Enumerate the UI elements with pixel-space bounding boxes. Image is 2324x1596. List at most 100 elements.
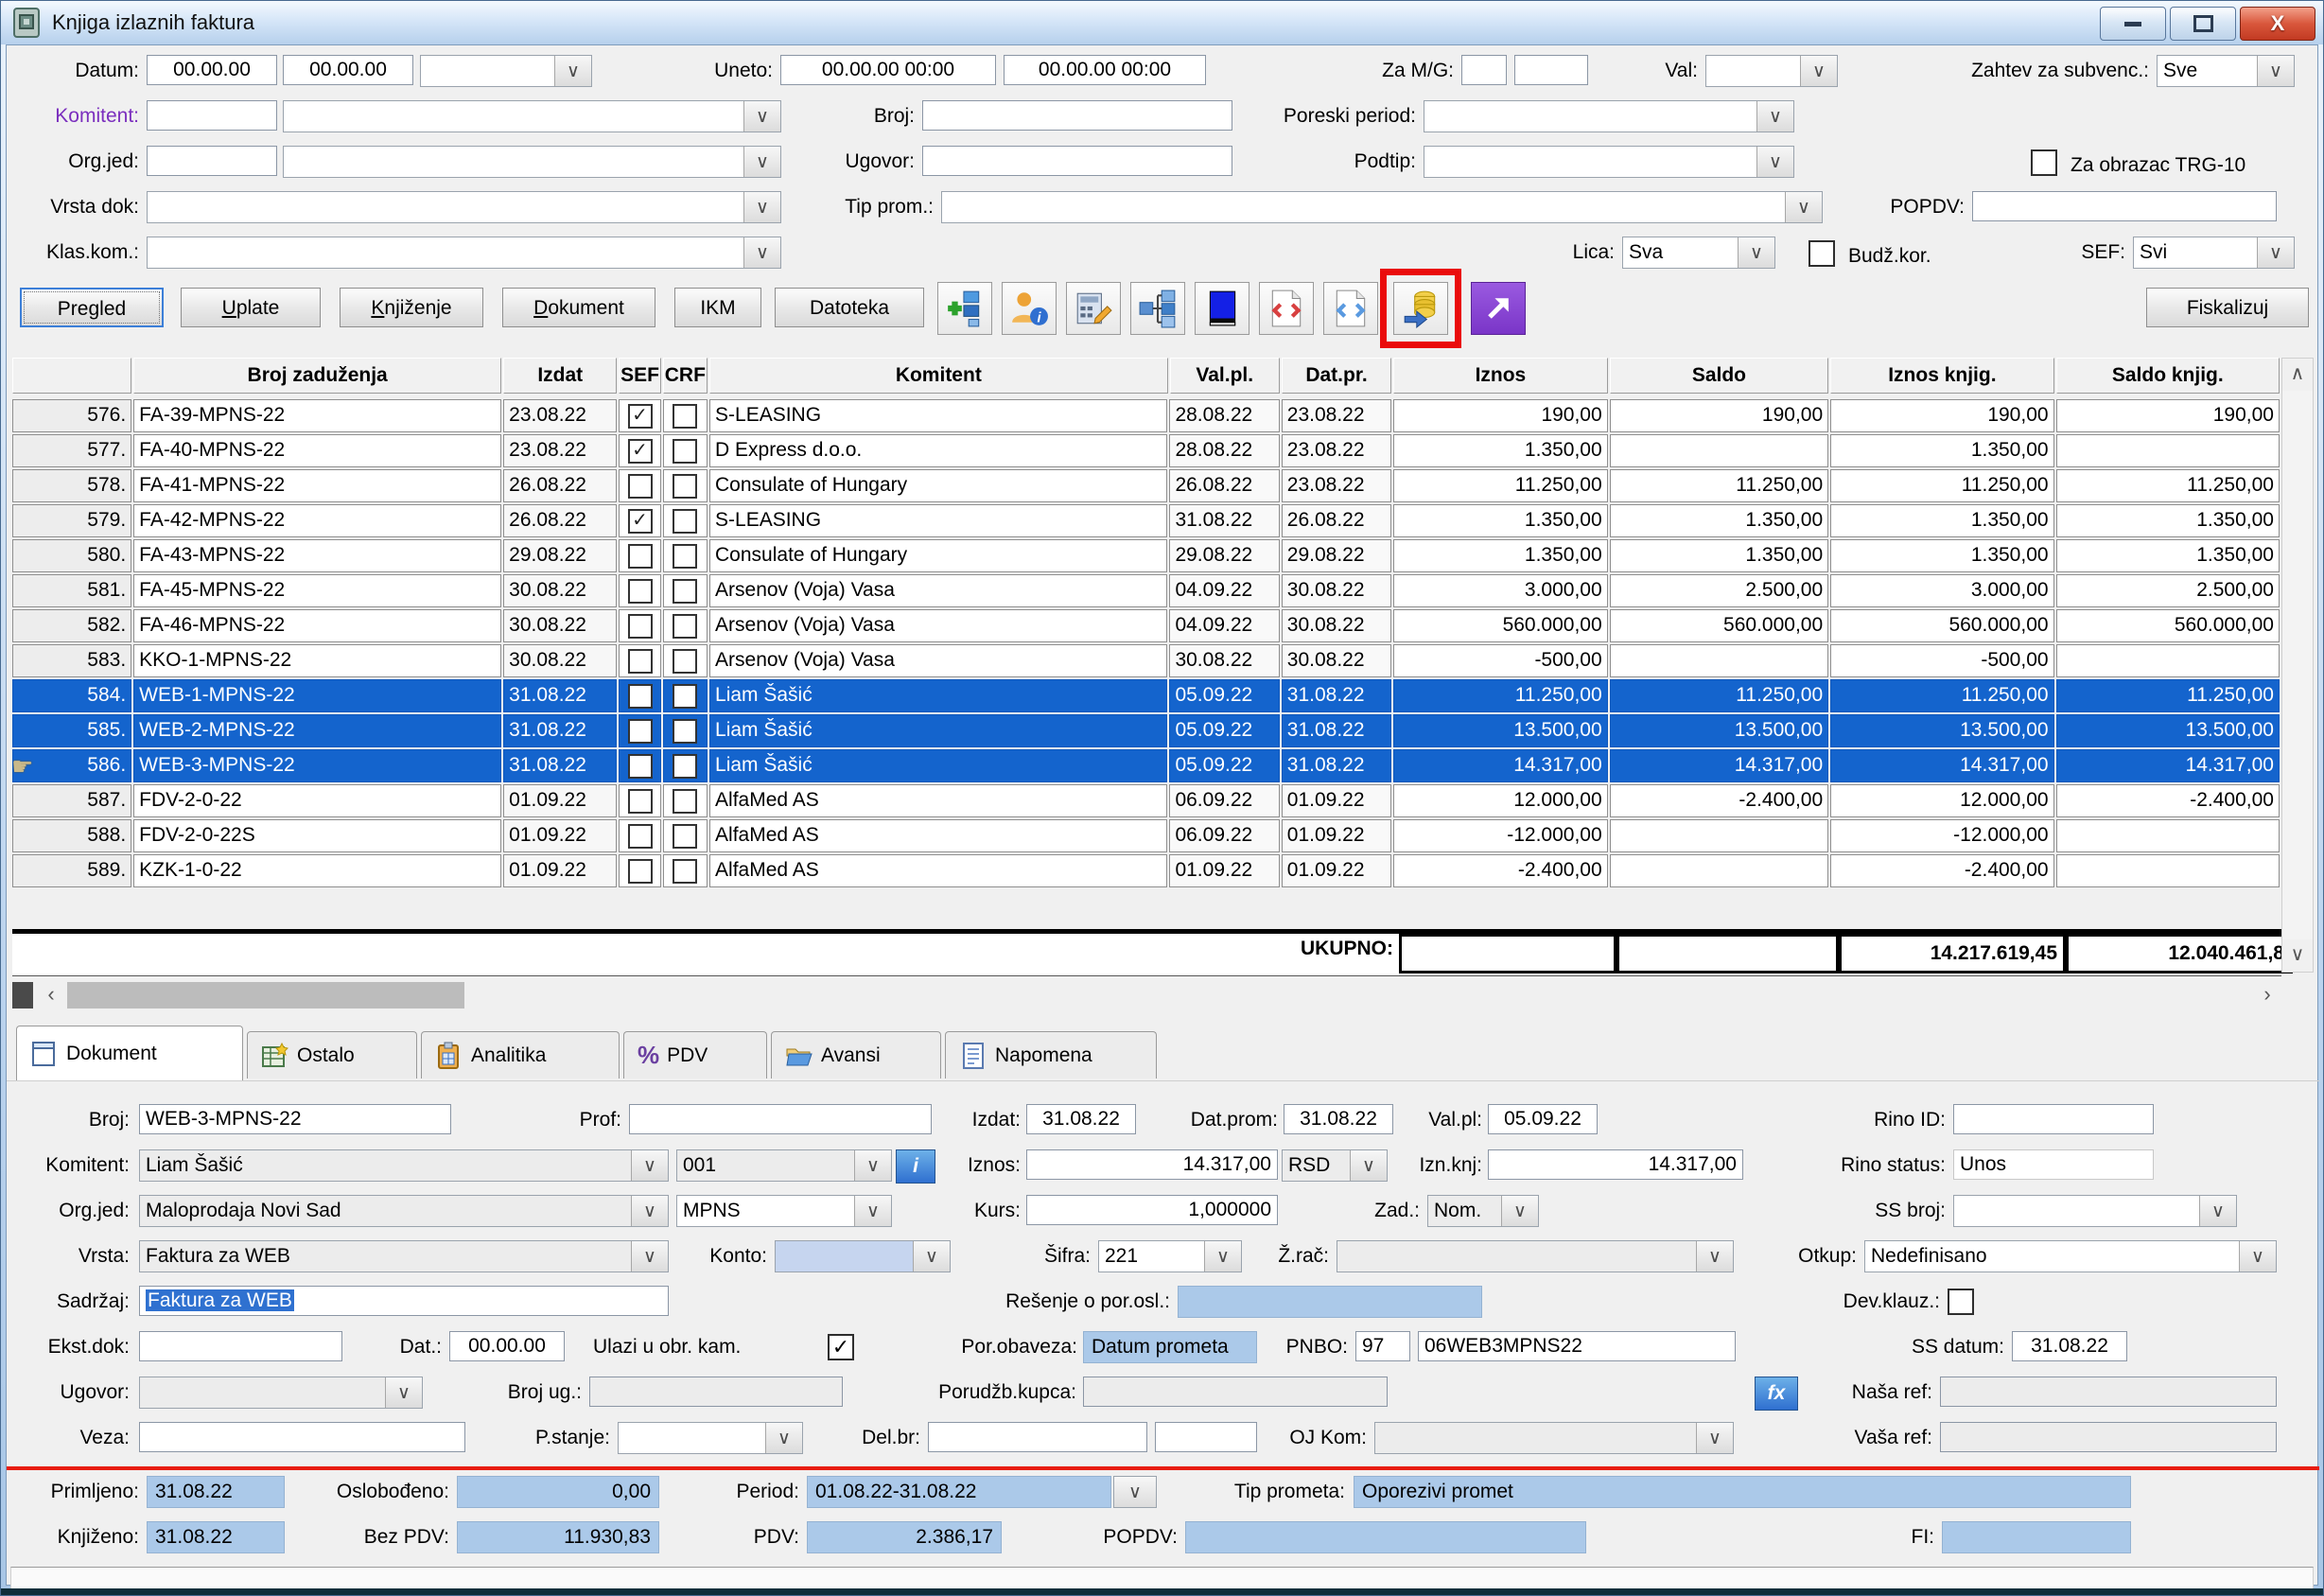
chevron-down-icon[interactable]: ∨ bbox=[631, 1196, 668, 1226]
table-row[interactable]: 578.FA-41-MPNS-2226.08.22Consulate of Hu… bbox=[12, 469, 2281, 502]
vrsta-field[interactable]: Faktura za WEB∨ bbox=[139, 1240, 669, 1272]
oj-kom-field[interactable]: ∨ bbox=[1374, 1422, 1734, 1454]
table-row[interactable]: 583.KKO-1-MPNS-2230.08.22Arsenov (Voja) … bbox=[12, 644, 2281, 677]
chevron-down-icon[interactable]: ∨ bbox=[554, 56, 591, 86]
crf-checkbox[interactable] bbox=[673, 579, 697, 604]
cell-saldo[interactable] bbox=[1610, 854, 1828, 887]
chevron-down-icon[interactable]: ∨ bbox=[1800, 56, 1837, 86]
cell-crf[interactable] bbox=[663, 399, 708, 432]
scroll-left-icon[interactable]: ‹ bbox=[37, 982, 65, 1008]
pnbo-model-field[interactable] bbox=[1355, 1331, 1410, 1361]
cell-iznos_knjig[interactable]: 14.317,00 bbox=[1830, 749, 2053, 782]
cell-datpr[interactable]: 30.08.22 bbox=[1282, 609, 1391, 642]
cell-num[interactable]: 580. bbox=[12, 539, 131, 572]
crf-checkbox[interactable] bbox=[673, 754, 697, 779]
chevron-down-icon[interactable]: ∨ bbox=[1350, 1150, 1387, 1181]
cell-iznos[interactable]: 1.350,00 bbox=[1393, 434, 1608, 467]
popdv-filter-input[interactable] bbox=[1972, 191, 2277, 221]
sef-checkbox[interactable] bbox=[628, 789, 653, 814]
komitent-code-field[interactable]: 001∨ bbox=[676, 1149, 892, 1182]
cell-komitent[interactable]: Arsenov (Voja) Vasa bbox=[709, 644, 1167, 677]
chevron-down-icon[interactable]: ∨ bbox=[385, 1377, 422, 1408]
cell-iznos_knjig[interactable]: 1.350,00 bbox=[1830, 504, 2053, 537]
crf-checkbox[interactable] bbox=[673, 439, 697, 464]
crf-checkbox[interactable] bbox=[673, 614, 697, 639]
cell-iznos_knjig[interactable]: 11.250,00 bbox=[1830, 679, 2053, 712]
chevron-down-icon[interactable]: ∨ bbox=[1114, 1477, 1156, 1507]
crf-checkbox[interactable] bbox=[673, 649, 697, 674]
col-sef[interactable]: SEF bbox=[619, 358, 660, 394]
cell-valpl[interactable]: 30.08.22 bbox=[1169, 644, 1279, 677]
horizontal-scrollbar[interactable]: ‹ › bbox=[12, 980, 2281, 1010]
cell-num[interactable]: 583. bbox=[12, 644, 131, 677]
cell-saldo[interactable]: 13.500,00 bbox=[1610, 714, 1828, 747]
cell-iznos_knjig[interactable]: 1.350,00 bbox=[1830, 539, 2053, 572]
cell-valpl[interactable]: 06.09.22 bbox=[1169, 819, 1279, 852]
dev-klauz-checkbox[interactable] bbox=[1948, 1289, 1974, 1315]
crf-checkbox[interactable] bbox=[673, 719, 697, 744]
cell-iznos_knjig[interactable]: 190,00 bbox=[1830, 399, 2053, 432]
komitent-combo[interactable]: ∨ bbox=[283, 100, 781, 132]
cell-saldo[interactable] bbox=[1610, 434, 1828, 467]
chevron-down-icon[interactable]: ∨ bbox=[2239, 1241, 2276, 1272]
cell-iznos[interactable]: -500,00 bbox=[1393, 644, 1608, 677]
vertical-scrollbar[interactable]: ∧ ∨ bbox=[2281, 358, 2314, 973]
tab-analitika[interactable]: Analitika bbox=[421, 1031, 620, 1079]
ugovor-filter-input[interactable] bbox=[922, 146, 1232, 176]
cell-crf[interactable] bbox=[663, 504, 708, 537]
table-row[interactable]: 589.KZK-1-0-2201.09.22AlfaMed AS01.09.22… bbox=[12, 854, 2281, 887]
cell-valpl[interactable]: 06.09.22 bbox=[1169, 784, 1279, 817]
cell-iznos_knjig[interactable]: -12.000,00 bbox=[1830, 819, 2053, 852]
cell-iznos[interactable]: 13.500,00 bbox=[1393, 714, 1608, 747]
cell-num[interactable]: 579. bbox=[12, 504, 131, 537]
cell-iznos_knjig[interactable]: 13.500,00 bbox=[1830, 714, 2053, 747]
kurs-field[interactable] bbox=[1026, 1195, 1278, 1225]
chevron-down-icon[interactable]: ∨ bbox=[631, 1150, 668, 1181]
datum-from-input[interactable] bbox=[147, 55, 277, 85]
table-row[interactable]: 585.WEB-2-MPNS-2231.08.22Liam Šašić05.09… bbox=[12, 714, 2281, 747]
cell-valpl[interactable]: 26.08.22 bbox=[1169, 469, 1279, 502]
col-saldo-knjig[interactable]: Saldo knjig. bbox=[2056, 358, 2280, 394]
izdat-field[interactable] bbox=[1026, 1104, 1136, 1134]
cell-komitent[interactable]: AlfaMed AS bbox=[709, 819, 1167, 852]
cell-saldo[interactable]: -2.400,00 bbox=[1610, 784, 1828, 817]
maximize-button[interactable] bbox=[2170, 7, 2236, 41]
izn-knj-field[interactable] bbox=[1488, 1149, 1743, 1180]
chevron-down-icon[interactable]: ∨ bbox=[1696, 1423, 1733, 1453]
lica-combo[interactable]: Sva∨ bbox=[1622, 237, 1775, 269]
cell-broj[interactable]: WEB-1-MPNS-22 bbox=[133, 679, 501, 712]
cell-iznos[interactable]: 11.250,00 bbox=[1393, 679, 1608, 712]
col-rownum[interactable] bbox=[12, 358, 131, 394]
sef-checkbox[interactable] bbox=[628, 719, 653, 744]
cell-datpr[interactable]: 23.08.22 bbox=[1282, 434, 1391, 467]
cell-valpl[interactable]: 31.08.22 bbox=[1169, 504, 1279, 537]
cell-broj[interactable]: FA-42-MPNS-22 bbox=[133, 504, 501, 537]
col-broj-zaduzenja[interactable]: Broj zaduženja bbox=[133, 358, 501, 394]
sef-checkbox[interactable]: ✓ bbox=[628, 404, 653, 429]
cell-iznos[interactable]: 3.000,00 bbox=[1393, 574, 1608, 607]
cell-saldo[interactable]: 2.500,00 bbox=[1610, 574, 1828, 607]
cell-broj[interactable]: FDV-2-0-22 bbox=[133, 784, 501, 817]
col-crf[interactable]: CRF bbox=[663, 358, 708, 394]
cell-num[interactable]: 577. bbox=[12, 434, 131, 467]
cell-iznos[interactable]: 1.350,00 bbox=[1393, 504, 1608, 537]
title-bar[interactable]: Knjiga izlaznih faktura X bbox=[1, 1, 2323, 44]
cell-valpl[interactable]: 05.09.22 bbox=[1169, 679, 1279, 712]
cell-saldo_knjig[interactable]: 1.350,00 bbox=[2056, 539, 2280, 572]
cell-izdat[interactable]: 26.08.22 bbox=[503, 469, 617, 502]
cell-datpr[interactable]: 31.08.22 bbox=[1282, 679, 1391, 712]
nasa-ref-field[interactable] bbox=[1940, 1377, 2277, 1407]
cell-komitent[interactable]: Liam Šašić bbox=[709, 714, 1167, 747]
cell-saldo_knjig[interactable]: 13.500,00 bbox=[2056, 714, 2280, 747]
sef-checkbox[interactable] bbox=[628, 684, 653, 709]
cell-iznos_knjig[interactable]: 11.250,00 bbox=[1830, 469, 2053, 502]
table-row[interactable]: 576.FA-39-MPNS-2223.08.22✓S-LEASING28.08… bbox=[12, 399, 2281, 432]
cell-broj[interactable]: KZK-1-0-22 bbox=[133, 854, 501, 887]
cell-sef[interactable]: ✓ bbox=[619, 504, 660, 537]
period-dropdown[interactable]: ∨ bbox=[1113, 1476, 1157, 1508]
cell-valpl[interactable]: 05.09.22 bbox=[1169, 749, 1279, 782]
cell-sef[interactable]: ✓ bbox=[619, 399, 660, 432]
cell-saldo_knjig[interactable] bbox=[2056, 434, 2280, 467]
cell-crf[interactable] bbox=[663, 574, 708, 607]
chevron-down-icon[interactable]: ∨ bbox=[913, 1241, 950, 1272]
